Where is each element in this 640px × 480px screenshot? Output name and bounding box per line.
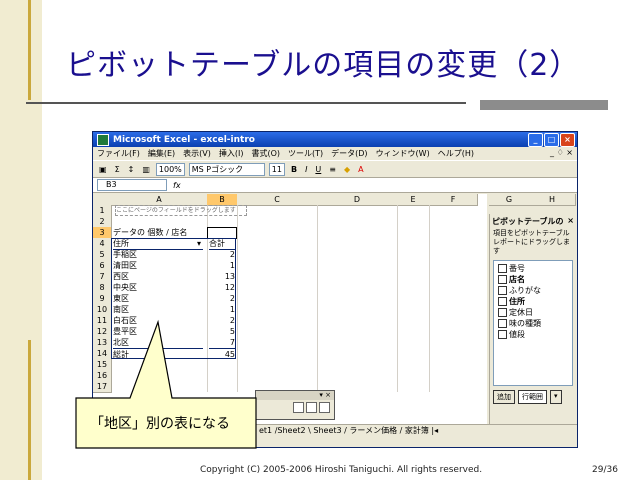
field-label: 店名 [509,275,525,284]
field-item[interactable]: ふりがな [498,285,568,296]
gridline [397,205,398,392]
field-icon [498,286,507,295]
save-icon[interactable]: ▣ [97,165,109,174]
align-icon[interactable]: ≡ [327,165,338,174]
toolbar-close-icon[interactable]: ▾ × [256,391,334,400]
menu-item-data[interactable]: データ(D) [331,148,367,159]
mdi-controls[interactable]: _ ♢ × [550,148,573,157]
field-label: 味の種類 [509,319,541,328]
field-label: 値段 [509,330,525,339]
field-item[interactable]: 店名 [498,274,568,285]
chevron-down-icon[interactable]: ▾ [550,390,562,404]
field-icon [498,275,507,284]
field-label: 住所 [509,297,525,306]
field-label: 番号 [509,264,525,273]
target-area-select[interactable]: 行範囲 [518,390,547,404]
field-item[interactable]: 値段 [498,329,568,340]
field-item[interactable]: 番号 [498,263,568,274]
pivot-toolbar[interactable]: ▾ × [255,390,335,420]
row-header[interactable]: 17 [93,381,112,393]
autosum-icon[interactable]: Σ [113,165,122,174]
toolbar-icon[interactable] [293,402,304,413]
menu-item-insert[interactable]: 挿入(I) [219,148,244,159]
menu-item-help[interactable]: ヘルプ(H) [438,148,474,159]
field-list: 番号 店名 ふりがな 住所 定休日 味の種類 値段 [493,260,573,386]
menu-item-window[interactable]: ウィンドウ(W) [376,148,430,159]
toolbar-icon[interactable] [306,402,317,413]
gridline [237,205,238,392]
pivot-field-list-pane: ピボットテーブルの × 項目をピボットテーブル レポートにドラッグします 番号 … [489,214,576,424]
field-item[interactable]: 住所 [498,296,568,307]
chart-icon[interactable]: ▥ [140,165,152,174]
formatting-toolbar: ▣ Σ ↕ ▥ 100% MS Pゴシック 11 B I U ≡ ◆ A [93,160,577,178]
fill-color-icon[interactable]: ◆ [342,165,352,174]
font-color-icon[interactable]: A [356,165,365,174]
font-size-select[interactable]: 11 [268,162,285,176]
slide-title: ピボットテーブルの項目の変更（2） [66,48,581,83]
column-header-h[interactable]: H [529,194,576,206]
field-item[interactable]: 定休日 [498,307,568,318]
pane-close-icon[interactable]: × [567,216,574,227]
field-icon [498,264,507,273]
font-select[interactable]: MS Pゴシック [188,162,265,176]
field-label: ふりがな [509,286,541,295]
page-field-drop-zone[interactable]: ここにページのフィールドをドラッグします [115,205,247,216]
slide-accent-line-lower [28,340,31,480]
menu-item-view[interactable]: 表示(V) [183,148,211,159]
close-button[interactable]: × [560,133,575,147]
formula-bar: B3 fx [93,178,577,193]
slide-accent-line [28,0,31,100]
column-header-d[interactable]: D [317,194,398,206]
status-bar [93,436,577,447]
excel-window: Microsoft Excel - excel-intro _ □ × ファイル… [92,131,578,448]
column-header-f[interactable]: F [429,194,478,206]
maximize-button[interactable]: □ [544,133,559,147]
callout-text: 「地区」別の表になる [90,416,230,432]
column-header-c[interactable]: C [237,194,318,206]
fx-icon[interactable]: fx [173,181,181,190]
pivot-data-label[interactable]: データの 個数 / 店名 [113,227,205,238]
menu-bar: ファイル(F) 編集(E) 表示(V) 挿入(I) 書式(O) ツール(T) デ… [93,147,577,160]
sort-icon[interactable]: ↕ [126,165,137,174]
excel-titlebar: Microsoft Excel - excel-intro _ □ × [93,132,577,147]
copyright-footer: Copyright (C) 2005-2006 Hiroshi Taniguch… [200,465,483,475]
page-number: 29/36 [592,465,618,475]
gridline [317,205,318,392]
field-icon [498,308,507,317]
gridline [429,205,430,392]
pane-description: 項目をピボットテーブル レポートにドラッグします [493,229,570,255]
pane-title: ピボットテーブルの [492,217,564,226]
toolbar-icon[interactable] [319,402,330,413]
column-header-e[interactable]: E [397,194,430,206]
bold-button[interactable]: B [289,165,299,174]
add-to-button[interactable]: 追加 [493,390,515,404]
menu-item-edit[interactable]: 編集(E) [148,148,175,159]
field-label: 定休日 [509,308,533,317]
column-header-g[interactable]: G [489,194,530,206]
excel-app-icon [97,133,109,146]
menu-item-tools[interactable]: ツール(T) [288,148,323,159]
field-icon [498,319,507,328]
name-box[interactable]: B3 [97,179,167,191]
field-icon [498,297,507,306]
title-underline-bar [480,100,608,110]
minimize-button[interactable]: _ [528,133,543,147]
menu-item-file[interactable]: ファイル(F) [97,148,140,159]
menu-item-format[interactable]: 書式(O) [251,148,280,159]
zoom-select[interactable]: 100% [155,162,185,176]
slide-left-band [0,0,42,480]
underline-button[interactable]: U [313,165,323,174]
italic-button[interactable]: I [303,165,309,174]
window-title: Microsoft Excel - excel-intro [113,134,255,145]
field-icon [498,330,507,339]
pivot-table-border [111,238,236,359]
title-underline [26,102,466,104]
field-item[interactable]: 味の種類 [498,318,568,329]
